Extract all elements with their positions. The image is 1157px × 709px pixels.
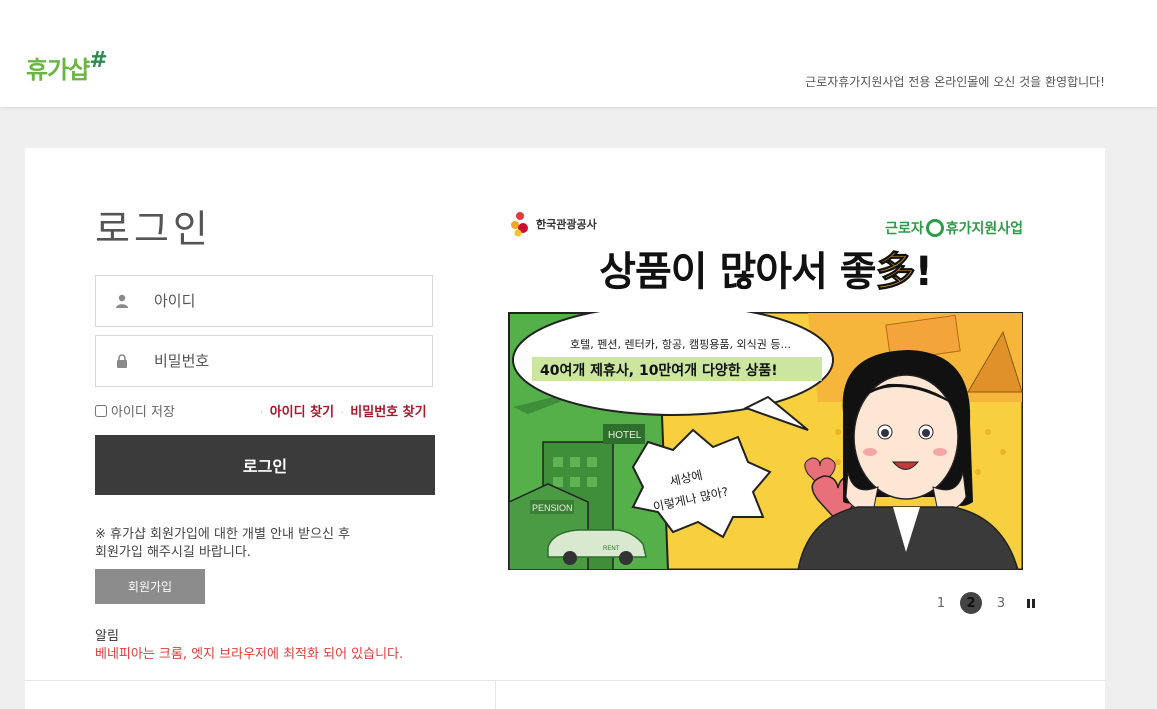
alert-message: 베네피아는 크롬, 엣지 브라우저에 최적화 되어 있습니다. — [95, 647, 404, 662]
banner-pager: 1 2 3 — [930, 592, 1042, 614]
alert-title: 알림 — [95, 629, 119, 644]
lock-icon — [96, 336, 148, 386]
bubble-line-1: 호텔, 펜션, 렌터카, 항공, 캠핑용품, 외식권 등... — [570, 338, 791, 351]
banner-headline: 상품이 많아서 좋多! — [508, 249, 1023, 295]
save-id-label: 아이디 저장 — [111, 405, 175, 420]
logo-text: 휴가샵 — [26, 56, 90, 84]
org-name: 한국관광공사 — [536, 218, 597, 231]
hotel-sign: HOTEL — [608, 430, 642, 441]
login-button[interactable]: 로그인 — [95, 435, 435, 495]
bubble-line-2: 40여개 제휴사, 10만여개 다양한 상품! — [540, 362, 778, 379]
headline-text: 상품이 많아서 좋 — [599, 249, 876, 295]
headline-many: 多 — [875, 249, 916, 295]
logo[interactable]: 휴가샵 # — [26, 40, 108, 84]
program-name-pre: 근로자 — [885, 221, 924, 237]
pager-dot-1[interactable]: 1 — [930, 592, 952, 614]
password-field[interactable] — [95, 335, 433, 387]
save-id-option[interactable]: 아이디 저장 — [95, 401, 175, 420]
program-logo: 근로자 휴가지원사업 — [885, 218, 1023, 238]
org-logo: 한국관광공사 — [508, 210, 597, 238]
find-id-link[interactable]: 아이디 찾기 — [270, 405, 334, 420]
program-leaf-icon — [925, 219, 944, 237]
notice-line: 회원가입 해주시길 바랍니다. — [95, 545, 251, 560]
save-id-checkbox[interactable] — [95, 404, 107, 417]
pager-dot-2[interactable]: 2 — [960, 592, 982, 614]
signup-notice: ※ 휴가샵 회원가입에 대한 개별 안내 받으신 후 회원가입 해주시길 바랍니… — [95, 526, 415, 562]
password-input[interactable] — [148, 337, 418, 385]
join-button[interactable]: 회원가입 — [95, 569, 205, 604]
link-separator: · — [260, 408, 264, 419]
user-icon — [96, 276, 148, 326]
find-account-links: · 아이디 찾기 · 비밀번호 찾기 — [258, 401, 427, 420]
pager-dot-3[interactable]: 3 — [990, 592, 1012, 614]
page-title: 로그인 — [95, 207, 212, 251]
car-label: RENT — [603, 546, 620, 552]
find-password-link[interactable]: 비밀번호 찾기 — [350, 405, 426, 420]
logo-mark: # — [89, 48, 108, 73]
login-card: 로그인 아이디 저장 · 아이디 찾기 · 비밀번호 찾기 로그인 ※ 휴가샵 … — [25, 148, 1105, 709]
welcome-message: 근로자휴가지원사업 전용 온라인몰에 오신 것을 환영합니다! — [805, 75, 1105, 89]
pension-sign: PENSION — [532, 503, 573, 513]
pause-icon[interactable] — [1020, 592, 1042, 614]
promo-banner[interactable]: 한국관광공사 근로자 휴가지원사업 상품이 많아서 좋多! HOTEL PENS… — [508, 208, 1023, 570]
id-field[interactable] — [95, 275, 433, 327]
kto-logo-icon — [511, 212, 528, 237]
footer-column-divider — [495, 681, 496, 709]
headline-end: ! — [914, 249, 933, 295]
notice-line: ※ 휴가샵 회원가입에 대한 개별 안내 받으신 후 — [95, 527, 351, 542]
comic-illustration: HOTEL PENSION RENT 호텔, 펜션, 렌터카, 항공, 캠핑용품… — [508, 312, 1023, 570]
site-header: 휴가샵 # 근로자휴가지원사업 전용 온라인몰에 오신 것을 환영합니다! — [0, 0, 1157, 107]
link-separator: · — [340, 408, 344, 419]
id-input[interactable] — [148, 277, 418, 325]
program-name-post: 휴가지원사업 — [945, 221, 1023, 237]
footer-divider — [25, 680, 1105, 681]
